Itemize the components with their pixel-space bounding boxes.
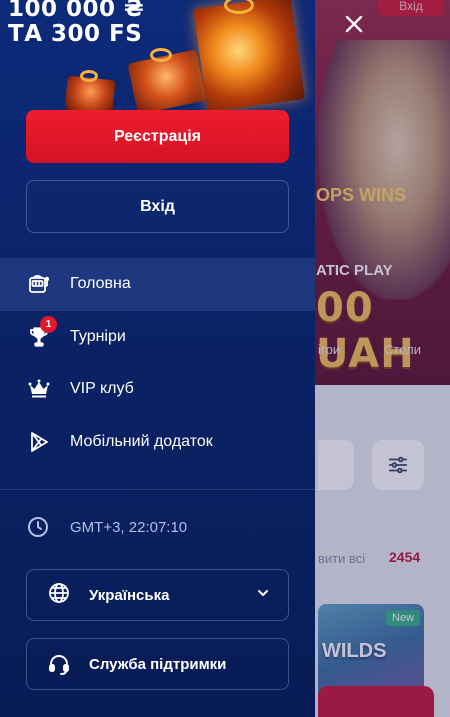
time-display: GMT+3, 22:07:10 — [26, 515, 187, 539]
promo-amount: 100 000 ₴ — [8, 0, 145, 22]
chevron-down-icon — [256, 586, 270, 605]
trophy-icon: 1 — [26, 315, 57, 350]
support-button[interactable]: Служба підтримки — [26, 638, 289, 690]
menu-item-tournaments[interactable]: 1 Турніри — [0, 311, 315, 364]
menu-item-label: VIP клуб — [70, 380, 134, 398]
divider — [0, 489, 315, 490]
crown-icon — [26, 376, 52, 402]
clock-icon — [28, 517, 48, 537]
play-store-icon — [26, 429, 52, 455]
globe-icon — [47, 581, 71, 610]
support-label: Служба підтримки — [89, 655, 227, 673]
ribbon-icon — [150, 48, 172, 62]
headset-icon — [49, 655, 69, 675]
login-button[interactable]: Вхід — [26, 180, 289, 233]
menu-item-label: Турніри — [70, 327, 126, 345]
promo-banner[interactable]: 100 000 ₴ ТА 300 FS — [0, 0, 315, 115]
close-menu-button[interactable] — [340, 10, 368, 38]
menu-item-mobile-app[interactable]: Мобільний додаток — [0, 416, 315, 469]
slot-machine-icon — [26, 271, 52, 297]
menu-item-label: Головна — [70, 275, 131, 293]
menu-item-vip-club[interactable]: VIP клуб — [0, 363, 315, 416]
notification-badge: 1 — [40, 315, 57, 333]
menu-item-home[interactable]: Головна — [0, 258, 315, 311]
gift-box-large — [193, 0, 305, 113]
language-select[interactable]: Українська — [26, 569, 289, 621]
close-icon — [345, 15, 363, 33]
main-menu: Головна 1 Турніри VIP клуб Мобільний дод… — [0, 258, 315, 468]
language-label: Українська — [89, 586, 170, 604]
menu-item-label: Мобільний додаток — [70, 432, 213, 450]
register-button[interactable]: Реєстрація — [26, 110, 289, 163]
ribbon-icon — [80, 70, 98, 82]
promo-freespins: ТА 300 FS — [8, 21, 143, 47]
clock-text: GMT+3, 22:07:10 — [70, 518, 188, 536]
side-menu-drawer: 100 000 ₴ ТА 300 FS Реєстрація Вхід Голо… — [0, 0, 315, 717]
overlay-backdrop[interactable] — [315, 0, 450, 717]
